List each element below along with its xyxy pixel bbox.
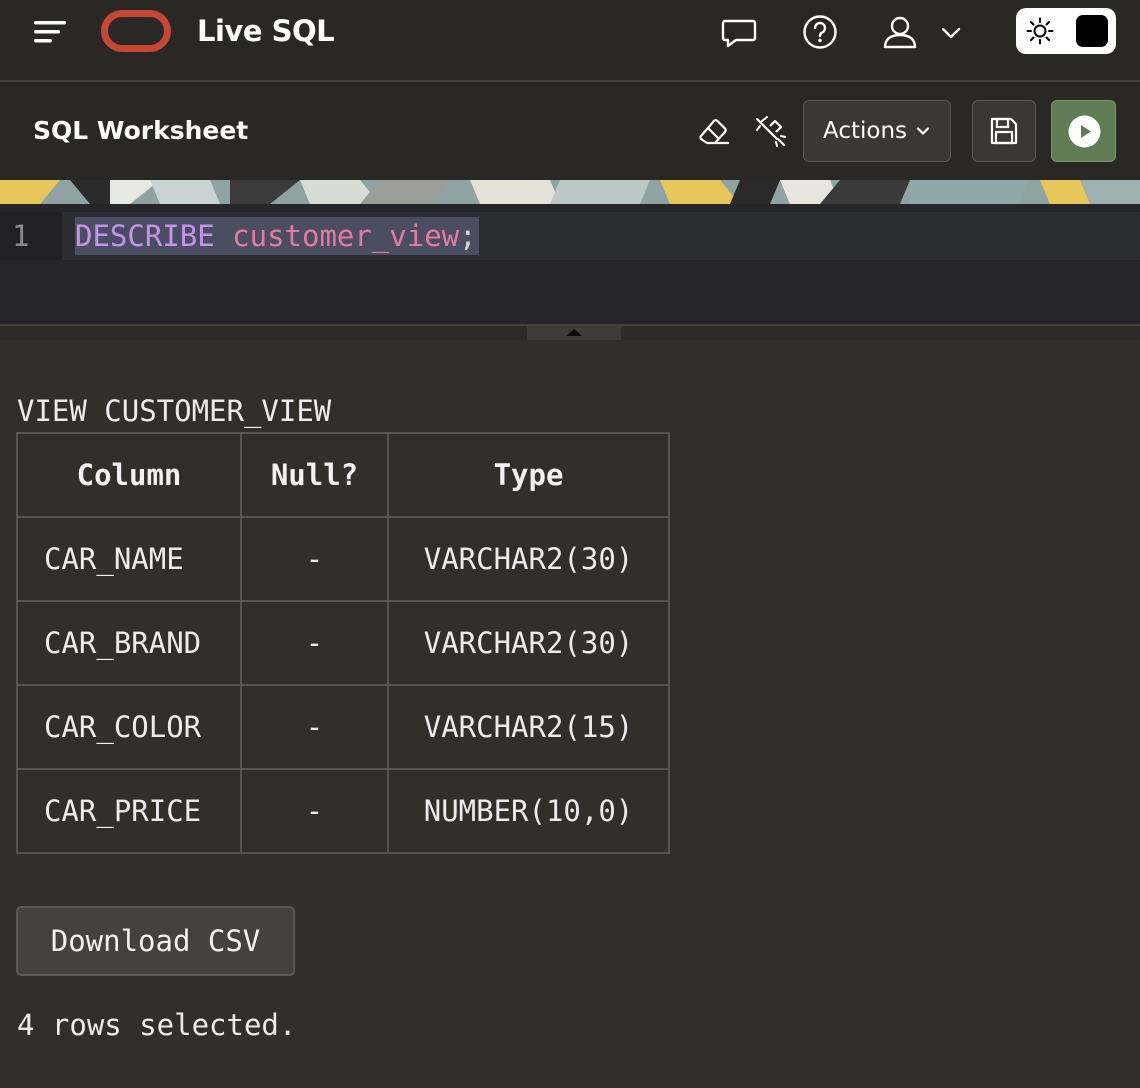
table-cell: - — [240, 516, 389, 602]
column-header: Column — [16, 432, 242, 518]
code-line[interactable]: DESCRIBE customer_view; — [75, 217, 479, 255]
table-row: CAR_PRICE - NUMBER(10,0) — [16, 768, 670, 854]
user-icon[interactable] — [882, 14, 918, 50]
actions-menu-button[interactable]: Actions — [803, 100, 951, 162]
pane-splitter[interactable] — [0, 324, 1140, 340]
sun-icon — [1026, 17, 1054, 45]
chevron-down-icon — [916, 127, 930, 135]
column-header: Null? — [240, 432, 389, 518]
feedback-icon[interactable] — [721, 14, 757, 50]
app-title: Live SQL — [197, 14, 335, 48]
dark-mode-swatch[interactable] — [1076, 15, 1108, 47]
table-cell: NUMBER(10,0) — [387, 768, 670, 854]
table-cell: - — [240, 600, 389, 686]
table-cell: - — [240, 768, 389, 854]
table-cell: CAR_COLOR — [16, 684, 242, 770]
table-cell: - — [240, 684, 389, 770]
oracle-logo[interactable] — [101, 10, 171, 52]
sql-editor[interactable]: 1 DESCRIBE customer_view; — [0, 204, 1140, 324]
sql-identifier: customer_view — [232, 219, 460, 253]
sql-terminator: ; — [459, 219, 477, 253]
result-title: VIEW CUSTOMER_VIEW — [17, 394, 332, 428]
worksheet-title: SQL Worksheet — [33, 116, 249, 145]
table-row: CAR_BRAND - VARCHAR2(30) — [16, 600, 670, 686]
chevron-down-icon[interactable] — [938, 20, 964, 46]
table-cell: VARCHAR2(15) — [387, 684, 670, 770]
help-icon[interactable] — [802, 14, 838, 50]
save-icon — [990, 117, 1018, 145]
table-row: CAR_COLOR - VARCHAR2(15) — [16, 684, 670, 770]
format-wand-icon[interactable] — [754, 114, 788, 148]
theme-toggle[interactable] — [1016, 8, 1116, 54]
column-header: Type — [387, 432, 670, 518]
table-header-row: Column Null? Type — [16, 432, 670, 518]
table-cell: VARCHAR2(30) — [387, 516, 670, 602]
describe-table: Column Null? Type CAR_NAME - VARCHAR2(30… — [16, 432, 670, 854]
table-cell: CAR_NAME — [16, 516, 242, 602]
save-button[interactable] — [972, 100, 1036, 162]
play-icon — [1068, 115, 1101, 148]
table-cell: CAR_BRAND — [16, 600, 242, 686]
menu-icon[interactable] — [32, 17, 68, 47]
worksheet-toolbar: SQL Worksheet Actions — [0, 82, 1140, 180]
download-csv-button[interactable]: Download CSV — [16, 906, 295, 976]
run-button[interactable] — [1051, 100, 1116, 162]
sql-keyword: DESCRIBE — [75, 219, 215, 253]
table-cell: VARCHAR2(30) — [387, 600, 670, 686]
line-number: 1 — [0, 212, 62, 260]
table-row: CAR_NAME - VARCHAR2(30) — [16, 516, 670, 602]
splitter-handle[interactable] — [527, 326, 621, 340]
top-app-bar: Live SQL — [0, 0, 1140, 82]
rows-selected-message: 4 rows selected. — [17, 1008, 297, 1042]
decorative-banner — [0, 180, 1140, 204]
actions-label: Actions — [822, 118, 907, 144]
eraser-icon[interactable] — [697, 114, 731, 148]
table-cell: CAR_PRICE — [16, 768, 242, 854]
